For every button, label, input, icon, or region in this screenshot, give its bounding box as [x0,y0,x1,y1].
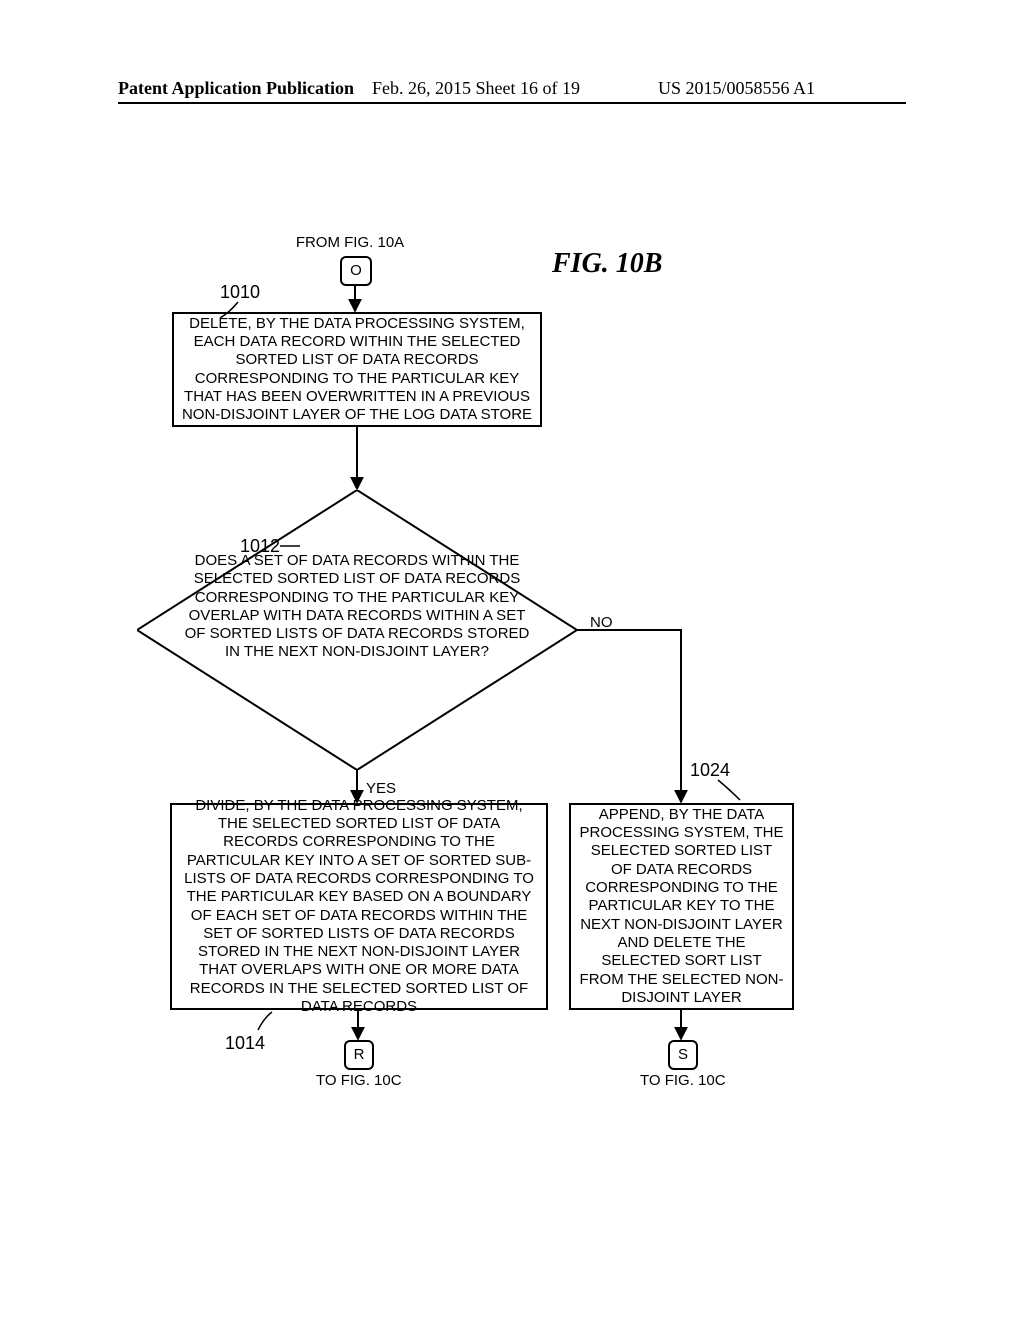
header-rule [118,102,906,104]
label-yes: YES [366,780,396,797]
header-mid: Feb. 26, 2015 Sheet 16 of 19 [372,78,580,99]
decision-1012-text: DOES A SET OF DATA RECORDS WITHIN THE SE… [177,552,537,662]
decision-1012: DOES A SET OF DATA RECORDS WITHIN THE SE… [137,490,577,770]
step-1024-box: APPEND, BY THE DATA PROCESSING SYSTEM, T… [569,803,794,1010]
label-no: NO [590,614,613,631]
header-left: Patent Application Publication [118,78,354,99]
step-1010-text: DELETE, BY THE DATA PROCESSING SYSTEM, E… [180,315,534,425]
step-1024-text: APPEND, BY THE DATA PROCESSING SYSTEM, T… [579,806,784,1007]
step-1010-box: DELETE, BY THE DATA PROCESSING SYSTEM, E… [172,312,542,427]
figure-title: FIG. 10B [552,248,662,280]
page: Patent Application Publication Feb. 26, … [0,0,1024,1320]
connector-o: O [340,256,372,286]
step-1014-box: DIVIDE, BY THE DATA PROCESSING SYSTEM, T… [170,803,548,1010]
ref-1024: 1024 [690,760,730,781]
header-right: US 2015/0058556 A1 [658,78,815,99]
step-1014-text: DIVIDE, BY THE DATA PROCESSING SYSTEM, T… [180,797,538,1017]
connector-r: R [344,1040,374,1070]
to-fig-label-s: TO FIG. 10C [640,1072,726,1089]
ref-1014: 1014 [225,1033,265,1054]
from-fig-label: FROM FIG. 10A [250,234,450,251]
connector-s: S [668,1040,698,1070]
to-fig-label-r: TO FIG. 10C [316,1072,402,1089]
ref-1010: 1010 [220,282,260,303]
